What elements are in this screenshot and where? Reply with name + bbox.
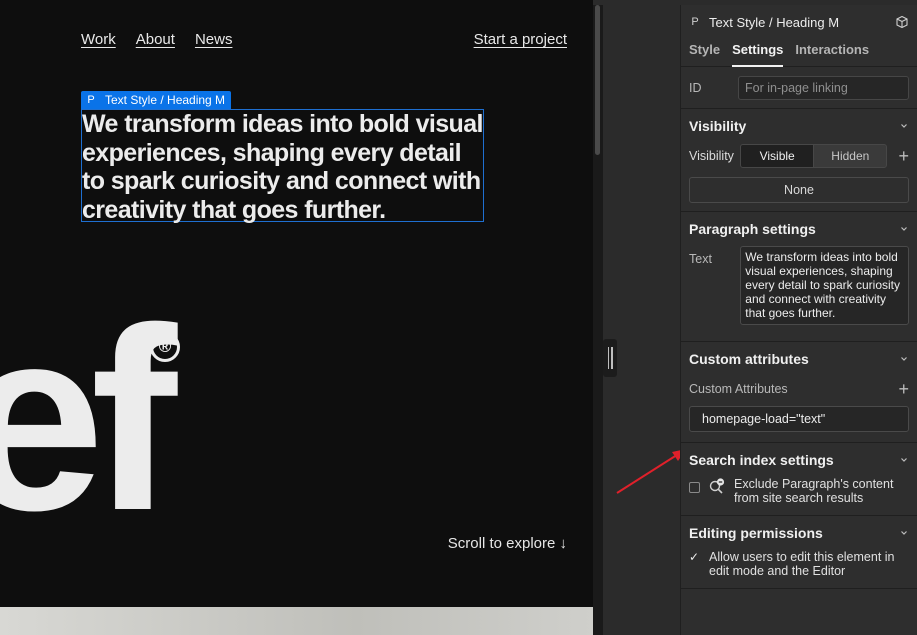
section-title: Paragraph settings	[689, 221, 816, 237]
tab-settings[interactable]: Settings	[732, 39, 784, 67]
add-condition-icon[interactable]: +	[887, 147, 909, 165]
exclude-search-text: Exclude Paragraph's content from site se…	[734, 477, 894, 505]
visibility-label: Visibility	[689, 149, 734, 163]
start-project-link[interactable]: Start a project	[474, 31, 567, 48]
selection-tag[interactable]: P Text Style / Heading M	[81, 91, 232, 109]
add-attribute-icon[interactable]: +	[887, 380, 909, 398]
visibility-row: Visibility Visible Hidden +	[689, 143, 909, 169]
canvas-scrollbar[interactable]	[593, 5, 603, 635]
registered-mark: ®	[150, 332, 180, 362]
custom-attribute-item[interactable]: homepage-load="text"	[689, 406, 909, 432]
chevron-down-icon[interactable]	[899, 121, 909, 131]
nav-link-about[interactable]: About	[136, 31, 175, 48]
chevron-down-icon[interactable]	[899, 224, 909, 234]
section-title: Editing permissions	[689, 525, 823, 541]
chevron-down-icon[interactable]	[899, 354, 909, 364]
text-label: Text	[689, 252, 712, 266]
custom-attributes-section: Custom attributes Custom Attributes + ho…	[681, 342, 917, 443]
grip-line	[611, 347, 613, 369]
paragraph-text-row: Text We transform ideas into bold visual…	[689, 246, 909, 341]
next-section-preview	[0, 607, 593, 635]
panel-tabs: Style Settings Interactions	[681, 39, 917, 67]
custom-attributes-row: Custom Attributes +	[689, 376, 909, 402]
paragraph-settings-header[interactable]: Paragraph settings	[689, 212, 909, 246]
tab-style[interactable]: Style	[689, 39, 720, 66]
visible-option[interactable]: Visible	[741, 145, 815, 167]
allow-edit-row: ✓ Allow users to edit this element in ed…	[689, 550, 909, 588]
custom-attributes-label: Custom Attributes	[689, 382, 788, 396]
settings-panel: P Text Style / Heading M Style Settings …	[680, 5, 917, 635]
search-index-header[interactable]: Search index settings	[689, 443, 909, 477]
custom-attributes-header[interactable]: Custom attributes	[689, 342, 909, 376]
panel-gutter	[603, 5, 680, 635]
section-title: Search index settings	[689, 452, 834, 468]
paragraph-settings-section: Paragraph settings Text We transform ide…	[681, 212, 917, 342]
exclude-search-row: Exclude Paragraph's content from site se…	[689, 477, 909, 515]
search-exclude-icon	[709, 478, 725, 494]
hero-paragraph[interactable]: We transform ideas into bold visual expe…	[81, 109, 484, 224]
visibility-condition-button[interactable]: None	[689, 177, 909, 203]
paragraph-text-field[interactable]: We transform ideas into bold visual expe…	[740, 246, 909, 325]
section-title: Custom attributes	[689, 351, 809, 367]
id-row: ID	[681, 67, 917, 109]
scroll-hint: Scroll to explore ↓	[447, 535, 567, 552]
allow-edit-text: Allow users to edit this element in edit…	[709, 550, 895, 578]
paragraph-type-icon: P	[87, 94, 95, 106]
selection-tag-label: Text Style / Heading M	[105, 93, 226, 107]
editing-permissions-header[interactable]: Editing permissions	[689, 516, 909, 550]
canvas-preview[interactable]: Work About News Start a project P Text S…	[0, 0, 593, 635]
section-title: Visibility	[689, 118, 747, 134]
site-nav: Work About News	[81, 31, 232, 48]
designer-workspace: Work About News Start a project P Text S…	[0, 0, 917, 635]
hidden-option[interactable]: Hidden	[814, 145, 886, 167]
canvas-scroll-thumb[interactable]	[595, 5, 600, 155]
visibility-header[interactable]: Visibility	[689, 109, 909, 143]
nav-link-news[interactable]: News	[195, 31, 233, 48]
element-title: Text Style / Heading M	[709, 14, 840, 30]
panel-header: P Text Style / Heading M	[681, 5, 917, 39]
id-input[interactable]	[738, 75, 909, 100]
nav-link-work[interactable]: Work	[81, 31, 116, 48]
visibility-section: Visibility Visibility Visible Hidden + N…	[681, 109, 917, 212]
chevron-down-icon[interactable]	[899, 528, 909, 538]
tab-interactions[interactable]: Interactions	[795, 39, 869, 66]
search-index-section: Search index settings Exclude Paragraph'…	[681, 443, 917, 516]
chevron-down-icon[interactable]	[899, 455, 909, 465]
grip-line	[607, 347, 609, 369]
big-logo-text: ef	[0, 275, 177, 565]
editing-permissions-section: Editing permissions ✓ Allow users to edi…	[681, 516, 917, 589]
id-label: ID	[689, 80, 702, 95]
visibility-toggle: Visible Hidden	[740, 144, 888, 168]
resize-handle[interactable]	[603, 339, 617, 377]
cube-icon[interactable]	[895, 15, 909, 29]
paragraph-type-icon: P	[691, 16, 699, 28]
check-icon[interactable]: ✓	[689, 551, 701, 563]
exclude-search-checkbox[interactable]	[689, 482, 700, 493]
